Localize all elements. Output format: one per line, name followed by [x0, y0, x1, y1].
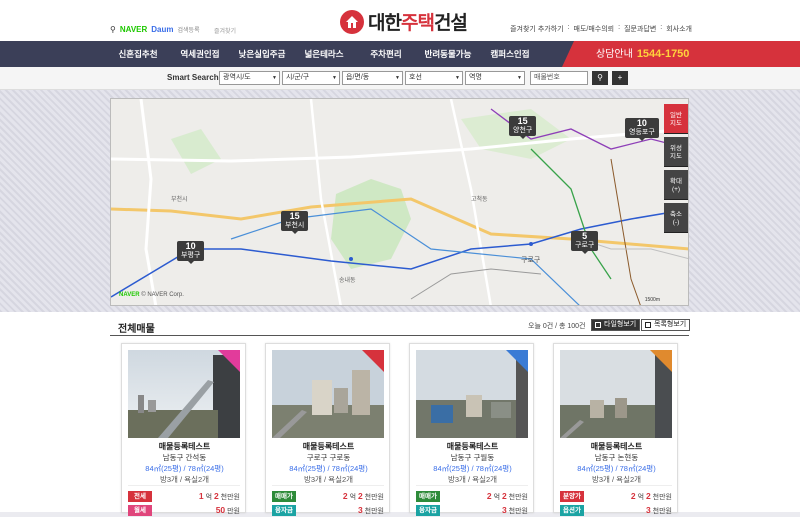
search-icon: ⚲	[110, 25, 116, 34]
price-row: 옵션가 3 천만원	[560, 505, 672, 517]
map-marker[interactable]: 15 양천구	[509, 116, 537, 139]
listing-card-area: 84㎡(25평) / 78㎡(24평)	[145, 464, 224, 473]
zoom-in-button[interactable]: 확대 (+)	[664, 170, 688, 200]
listing-card-address: 남동구 논현동	[594, 453, 639, 462]
util-link-favorite[interactable]: 즐겨찾기 추가하기	[510, 24, 563, 34]
nav-item-newlywed[interactable]: 신혼집추천	[107, 41, 169, 67]
price-row: 융자금 3 천만원	[416, 505, 528, 517]
listing-card-rooms: 방3개 / 욕실2개	[303, 475, 354, 484]
listing-card-area: 84㎡(25평) / 78㎡(24평)	[577, 464, 656, 473]
util-link-request[interactable]: 매도/매수의뢰	[574, 24, 615, 34]
search-icon: ⚲	[597, 73, 603, 82]
listing-card-area: 84㎡(25평) / 78㎡(24평)	[289, 464, 368, 473]
map-marker[interactable]: 10 부평구	[177, 241, 205, 264]
ribbon-badge	[362, 350, 384, 372]
top-header: ⚲ NAVER Daum 검색등록 즐겨찾기 대한주택건설 즐겨찾기 추가하기:…	[0, 0, 800, 41]
listing-card-rooms: 방3개 / 욕실2개	[591, 475, 642, 484]
listing-card-address: 남동구 구월동	[450, 453, 495, 462]
listing-card-title: 매물등록테스트	[158, 442, 211, 451]
nav-item-low-deposit[interactable]: 낮은실입주금	[231, 41, 293, 67]
portal-label: 검색등록	[177, 28, 200, 34]
map-marker[interactable]: 10 영등포구	[625, 118, 659, 141]
listing-card-address: 남동구 간석동	[162, 453, 207, 462]
listing-card-rooms: 방3개 / 욕실2개	[447, 475, 498, 484]
smart-search-label: Smart Search	[167, 73, 219, 82]
nav-item-pets[interactable]: 반려동물가능	[417, 41, 479, 67]
plus-icon: +	[617, 73, 623, 82]
map-view[interactable]: 구로구 고척동 부천시 송내동 15 양천구 10 영등포구 15 부천시 5 구로구 …	[110, 98, 689, 306]
naver-map-logo: NAVER © NAVER Corp.	[119, 292, 184, 298]
divider	[110, 335, 689, 336]
map-place-label: 송내동	[339, 278, 356, 284]
price-row: 매매가 2 억 2 천만원	[416, 491, 528, 503]
select-town[interactable]: 읍/면/동	[342, 71, 403, 85]
listing-card-area: 84㎡(25평) / 78㎡(24평)	[433, 464, 512, 473]
nav-item-station[interactable]: 역세권인접	[169, 41, 231, 67]
map-section: 구로구 고척동 부천시 송내동 15 양천구 10 영등포구 15 부천시 5 구로구 …	[0, 90, 800, 312]
grid-icon	[595, 322, 601, 328]
add-button[interactable]: +	[612, 71, 628, 85]
house-icon	[340, 9, 364, 34]
map-marker[interactable]: 5 구로구	[571, 231, 599, 254]
ribbon-badge	[218, 350, 240, 372]
utility-links: 즐겨찾기 추가하기: 매도/매수의뢰: 질문과답변: 회사소개	[510, 24, 692, 34]
map-normal-button[interactable]: 일반 지도	[664, 104, 688, 134]
listing-card[interactable]: 매물등록테스트 남동구 논현동 84㎡(25평) / 78㎡(24평) 방3개 …	[553, 343, 678, 516]
map-satellite-button[interactable]: 위성 지도	[664, 137, 688, 167]
search-button[interactable]: ⚲	[592, 71, 608, 85]
daum-logo: Daum	[151, 25, 174, 34]
smart-search-bar: Smart Search 광역시/도 시/군/구 읍/면/동 호선 역명 매물번…	[0, 67, 800, 90]
listing-count: 오늘 0건 / 총 100건	[528, 323, 586, 330]
price-row: 분양가 2 억 2 천만원	[560, 491, 672, 503]
nav-item-terrace[interactable]: 넓은테라스	[293, 41, 355, 67]
map-place-label: 고척동	[471, 197, 488, 203]
ribbon-badge	[650, 350, 672, 372]
site-logo[interactable]: 대한주택건설	[340, 8, 468, 35]
price-row: 월세 50 만원	[128, 505, 240, 517]
portal-badges[interactable]: ⚲ NAVER Daum 검색등록	[110, 25, 200, 34]
map-place-label: 구로구	[521, 257, 541, 264]
listing-card-address: 구로구 구로동	[306, 453, 351, 462]
divider	[128, 485, 240, 486]
favorites-link[interactable]: 즐겨찾기	[214, 26, 236, 35]
naver-logo: NAVER	[119, 25, 148, 34]
list-view-button[interactable]: 목록형보기	[641, 319, 691, 331]
logo-text: 대한주택건설	[368, 13, 468, 34]
zoom-out-button[interactable]: 축소 (-)	[664, 203, 688, 233]
divider	[560, 485, 672, 486]
main-nav: 신혼집추천 역세권인접 낮은실입주금 넓은테라스 주차편리 반려동물가능 캠퍼스…	[0, 41, 800, 67]
select-city[interactable]: 시/군/구	[282, 71, 340, 85]
select-station[interactable]: 역명	[465, 71, 525, 85]
listing-card-title: 매물등록테스트	[590, 442, 643, 451]
listing-number-input[interactable]: 매물번호	[530, 71, 588, 85]
util-link-qna[interactable]: 질문과답변	[624, 24, 656, 34]
listing-card-rooms: 방3개 / 욕실2개	[159, 475, 210, 484]
listing-title: 전체매물	[118, 324, 155, 335]
listing-card[interactable]: 매물등록테스트 남동구 구월동 84㎡(25평) / 78㎡(24평) 방3개 …	[409, 343, 534, 516]
price-row: 융자금 3 천만원	[272, 505, 384, 517]
map-marker[interactable]: 15 부천시	[281, 211, 309, 234]
map-scale: 1500m	[644, 297, 660, 303]
select-line[interactable]: 호선	[405, 71, 463, 85]
listing-card-title: 매물등록테스트	[446, 442, 499, 451]
consult-banner[interactable]: 상담안내 1544-1750	[562, 41, 800, 67]
nav-item-campus[interactable]: 캠퍼스인접	[479, 41, 541, 67]
tile-view-button[interactable]: 타일형보기	[591, 319, 641, 331]
list-icon	[645, 322, 651, 328]
map-place-label: 부천시	[171, 197, 188, 203]
price-row: 전세 1 억 2 천만원	[128, 491, 240, 503]
select-province[interactable]: 광역시/도	[219, 71, 280, 85]
util-link-about[interactable]: 회사소개	[666, 24, 692, 34]
divider	[272, 485, 384, 486]
listing-card[interactable]: 매물등록테스트 남동구 간석동 84㎡(25평) / 78㎡(24평) 방3개 …	[121, 343, 246, 516]
map-roads	[111, 99, 688, 305]
listing-card-title: 매물등록테스트	[302, 442, 355, 451]
divider	[416, 485, 528, 486]
ribbon-badge	[506, 350, 528, 372]
listing-section: 전체매물 오늘 0건 / 총 100건 타일형보기 목록형보기	[0, 312, 800, 512]
listing-card[interactable]: 매물등록테스트 구로구 구로동 84㎡(25평) / 78㎡(24평) 방3개 …	[265, 343, 390, 516]
consult-phone: 1544-1750	[636, 48, 690, 60]
price-row: 매매가 2 억 2 천만원	[272, 491, 384, 503]
nav-item-parking[interactable]: 주차편리	[355, 41, 417, 67]
